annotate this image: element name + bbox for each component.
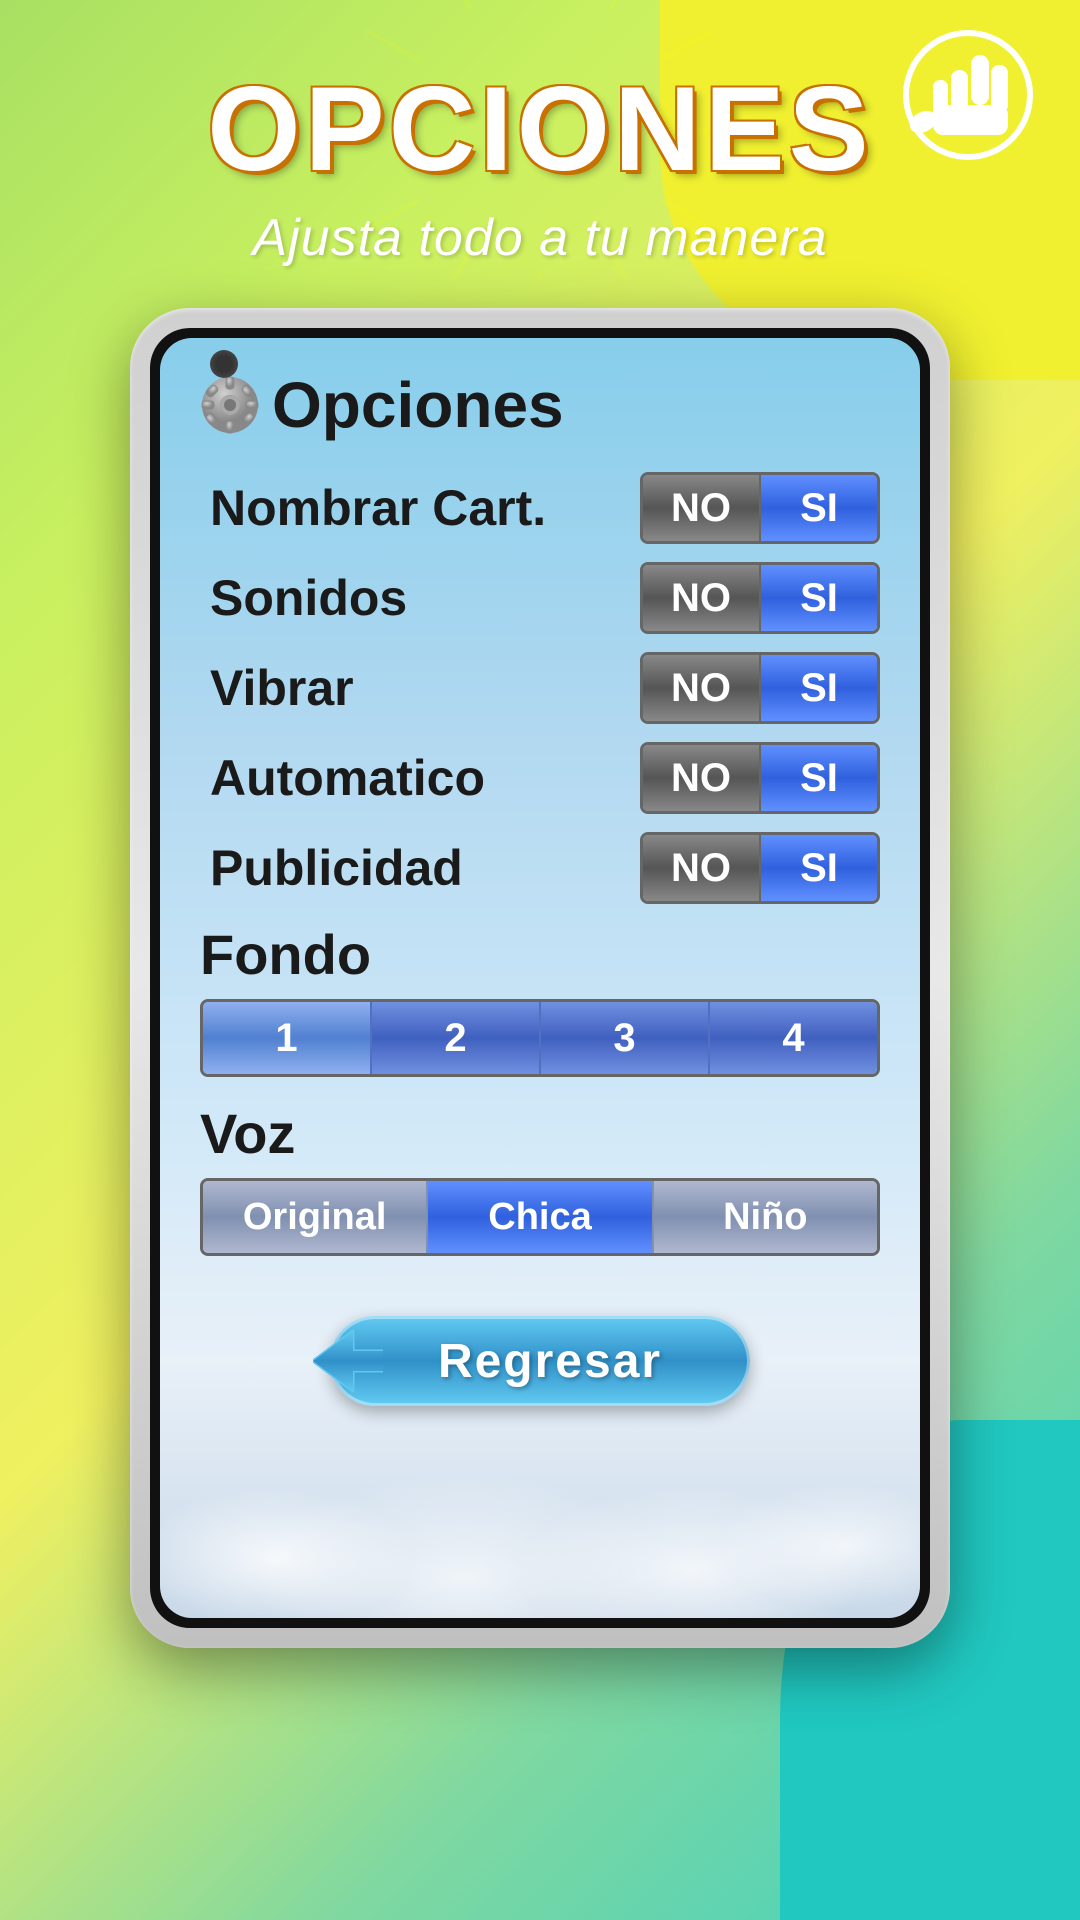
setting-label-nombrar: Nombrar Cart. (210, 479, 546, 537)
voz-btn-nino[interactable]: Niño (654, 1181, 877, 1253)
regresar-arrow-icon (313, 1326, 383, 1396)
settings-rows: Nombrar Cart. NO SI Sonidos NO SI (210, 472, 880, 904)
toggle-vibrar[interactable]: NO SI (640, 652, 880, 724)
toggle-sonidos-no[interactable]: NO (643, 565, 761, 631)
voz-btn-original[interactable]: Original (203, 1181, 428, 1253)
setting-row-automatico: Automatico NO SI (210, 742, 880, 814)
toggle-publicidad[interactable]: NO SI (640, 832, 880, 904)
regresar-button[interactable]: Regresar (330, 1316, 750, 1406)
setting-label-sonidos: Sonidos (210, 569, 407, 627)
screen-content: Opciones Nombrar Cart. NO SI Sonido (200, 368, 880, 1406)
setting-row-publicidad: Publicidad NO SI (210, 832, 880, 904)
voz-section: Voz Original Chica Niño (200, 1101, 880, 1256)
setting-row-vibrar: Vibrar NO SI (210, 652, 880, 724)
screen-title-row: Opciones (200, 368, 880, 442)
toggle-automatico[interactable]: NO SI (640, 742, 880, 814)
phone-wrapper: Opciones Nombrar Cart. NO SI Sonido (0, 308, 1080, 1648)
toggle-automatico-si[interactable]: SI (761, 745, 877, 811)
fondo-btn-1[interactable]: 1 (203, 1002, 372, 1074)
hand-icon (903, 30, 1033, 160)
fondo-buttons[interactable]: 1 2 3 4 (200, 999, 880, 1077)
header: OPCIONES Ajusta todo a tu manera (0, 0, 1080, 268)
toggle-vibrar-no[interactable]: NO (643, 655, 761, 721)
phone-screen-black: Opciones Nombrar Cart. NO SI Sonido (150, 328, 930, 1628)
fondo-label: Fondo (200, 922, 880, 987)
toggle-automatico-no[interactable]: NO (643, 745, 761, 811)
setting-row-sonidos: Sonidos NO SI (210, 562, 880, 634)
phone-outer: Opciones Nombrar Cart. NO SI Sonido (130, 308, 950, 1648)
setting-label-vibrar: Vibrar (210, 659, 354, 717)
regresar-container: Regresar (200, 1316, 880, 1406)
fondo-btn-2[interactable]: 2 (372, 1002, 541, 1074)
toggle-nombrar[interactable]: NO SI (640, 472, 880, 544)
voz-buttons[interactable]: Original Chica Niño (200, 1178, 880, 1256)
phone-camera (210, 350, 238, 378)
fondo-btn-4[interactable]: 4 (710, 1002, 877, 1074)
fondo-btn-3[interactable]: 3 (541, 1002, 710, 1074)
setting-label-automatico: Automatico (210, 749, 485, 807)
toggle-sonidos[interactable]: NO SI (640, 562, 880, 634)
toggle-publicidad-no[interactable]: NO (643, 835, 761, 901)
voz-btn-chica[interactable]: Chica (428, 1181, 653, 1253)
toggle-publicidad-si[interactable]: SI (761, 835, 877, 901)
voz-label: Voz (200, 1101, 880, 1166)
fondo-section: Fondo 1 2 3 4 (200, 922, 880, 1077)
toggle-sonidos-si[interactable]: SI (761, 565, 877, 631)
toggle-vibrar-si[interactable]: SI (761, 655, 877, 721)
toggle-nombrar-no[interactable]: NO (643, 475, 761, 541)
screen-heading: Opciones (272, 368, 564, 442)
setting-row-nombrar: Nombrar Cart. NO SI (210, 472, 880, 544)
page-title: OPCIONES (207, 60, 872, 198)
gear-icon (200, 375, 260, 435)
toggle-nombrar-si[interactable]: SI (761, 475, 877, 541)
phone-screen: Opciones Nombrar Cart. NO SI Sonido (160, 338, 920, 1618)
regresar-label: Regresar (438, 1334, 662, 1389)
setting-label-publicidad: Publicidad (210, 839, 463, 897)
